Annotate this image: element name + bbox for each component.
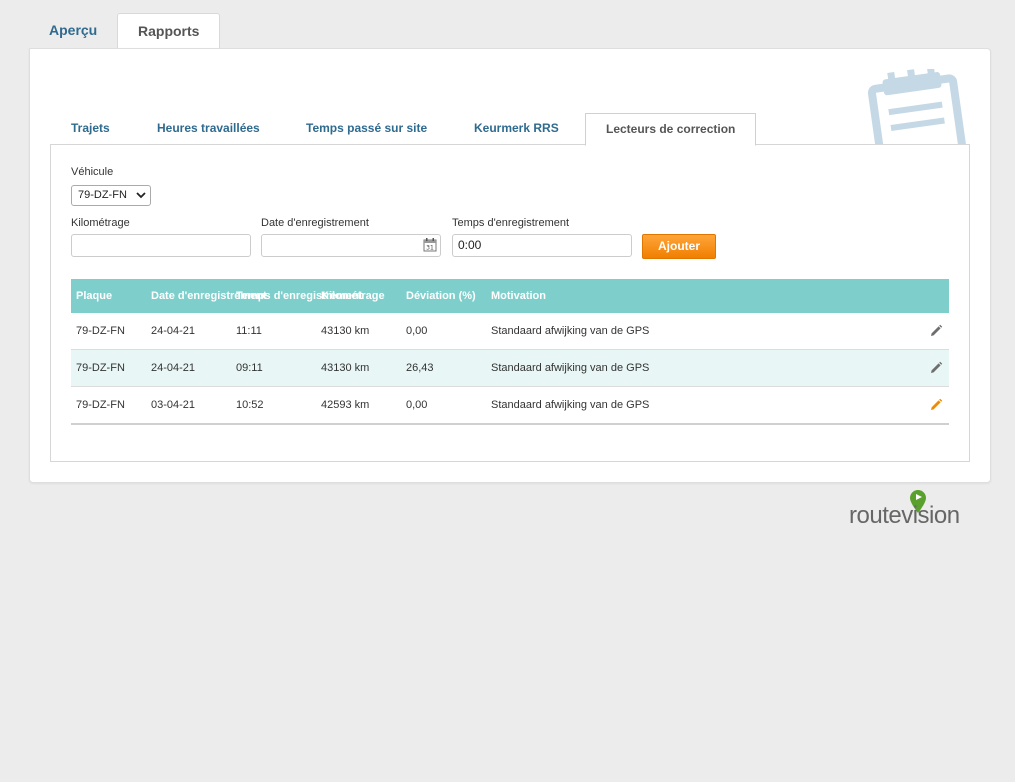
cell-date: 03-04-21 xyxy=(151,399,196,411)
clipboard-icon xyxy=(867,69,969,144)
table-row: 79-DZ-FN 03-04-21 10:52 42593 km 0,00 St… xyxy=(71,387,949,425)
tab-heures-travaillees[interactable]: Heures travaillées xyxy=(157,113,260,144)
tab-temps-site[interactable]: Temps passé sur site xyxy=(306,113,427,144)
calendar-icon[interactable]: 31 xyxy=(423,238,437,252)
tab-trajets[interactable]: Trajets xyxy=(71,113,110,144)
edit-pencil-icon[interactable] xyxy=(929,361,943,375)
routevision-logo: routevision xyxy=(849,490,984,530)
vehicle-label: Véhicule xyxy=(71,166,114,178)
date-input[interactable]: 31 xyxy=(261,234,441,257)
cell-km: 43130 km xyxy=(321,362,370,374)
date-label: Date d'enregistrement xyxy=(261,217,369,229)
cell-motivation: Standaard afwijking van de GPS xyxy=(491,399,650,411)
tab-keurmerk-rrs[interactable]: Keurmerk RRS xyxy=(474,113,559,144)
table-row: 79-DZ-FN 24-04-21 11:11 43130 km 0,00 St… xyxy=(71,313,949,350)
cell-time: 10:52 xyxy=(236,399,264,411)
corrections-table: Plaque Date d'enregistrement Temps d'enr… xyxy=(71,279,949,425)
cell-plate: 79-DZ-FN xyxy=(76,325,125,337)
cell-plate: 79-DZ-FN xyxy=(76,399,125,411)
tab-apercu[interactable]: Aperçu xyxy=(29,13,117,48)
vehicle-select-value: 79-DZ-FN xyxy=(78,189,127,201)
col-plaque: Plaque xyxy=(76,290,113,302)
cell-deviation: 0,00 xyxy=(406,399,428,411)
cell-time: 09:11 xyxy=(236,362,263,374)
svg-text:31: 31 xyxy=(426,245,434,252)
time-input[interactable]: 0:00 xyxy=(452,234,632,257)
edit-pencil-icon[interactable] xyxy=(929,398,943,412)
cell-plate: 79-DZ-FN xyxy=(76,362,125,374)
col-motivation: Motivation xyxy=(491,290,546,302)
correction-content: Véhicule 79-DZ-FN Kilométrage Date d'enr… xyxy=(50,144,970,462)
logo-text: routevision xyxy=(849,502,960,529)
cell-deviation: 0,00 xyxy=(406,325,428,337)
chevron-down-icon xyxy=(136,186,146,212)
table-row: 79-DZ-FN 24-04-21 09:11 43130 km 26,43 S… xyxy=(71,350,949,387)
col-km: Kilométrage xyxy=(321,290,385,302)
cell-motivation: Standaard afwijking van de GPS xyxy=(491,362,650,374)
km-input[interactable] xyxy=(71,234,251,257)
cell-km: 43130 km xyxy=(321,325,370,337)
time-label: Temps d'enregistrement xyxy=(452,217,570,229)
tab-rapports[interactable]: Rapports xyxy=(117,13,221,50)
tab-lecteurs-correction[interactable]: Lecteurs de correction xyxy=(585,113,757,146)
cell-motivation: Standaard afwijking van de GPS xyxy=(491,325,650,337)
cell-time: 11:11 xyxy=(236,325,262,337)
edit-pencil-icon[interactable] xyxy=(929,324,943,338)
add-button[interactable]: Ajouter xyxy=(642,234,716,259)
cell-km: 42593 km xyxy=(321,399,370,411)
table-header: Plaque Date d'enregistrement Temps d'enr… xyxy=(71,279,949,313)
reports-panel: Trajets Heures travaillées Temps passé s… xyxy=(29,48,991,483)
col-deviation: Déviation (%) xyxy=(406,290,476,302)
cell-date: 24-04-21 xyxy=(151,362,196,374)
cell-deviation: 26,43 xyxy=(406,362,434,374)
cell-date: 24-04-21 xyxy=(151,325,196,337)
km-label: Kilométrage xyxy=(71,217,130,229)
vehicle-select[interactable]: 79-DZ-FN xyxy=(71,185,151,206)
